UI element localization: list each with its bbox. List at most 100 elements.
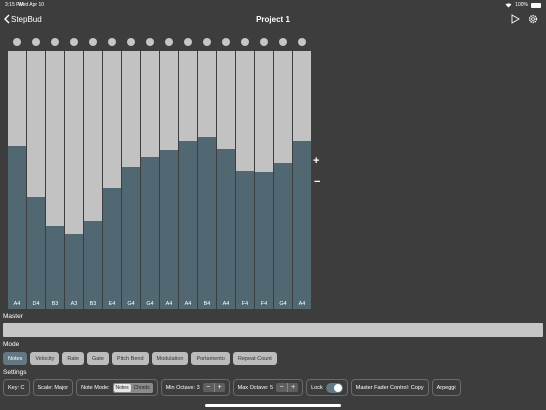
min-octave-increment[interactable]: +: [213, 383, 225, 392]
step-fader[interactable]: G4: [274, 51, 292, 309]
mode-tab[interactable]: Rate: [62, 352, 84, 365]
step-fader[interactable]: A4: [293, 51, 311, 309]
settings-label: Settings: [3, 369, 27, 376]
battery-percent: 100%: [515, 2, 528, 8]
master-fader-control-button[interactable]: Master Fader Control: Copy: [350, 379, 429, 396]
max-octave-decrement[interactable]: −: [276, 383, 287, 392]
home-indicator: [205, 404, 341, 407]
mode-tab[interactable]: Notes: [3, 352, 28, 365]
step-fader-fill: [122, 167, 140, 309]
step-fader-fill: [46, 226, 64, 309]
step-fader[interactable]: A4: [160, 51, 178, 309]
step-fader-fill: [236, 170, 254, 309]
status-bar: 3:15 PM Wed Apr 10 100%: [0, 0, 546, 10]
step-indicator-dot[interactable]: [146, 38, 154, 46]
step-indicator-dot[interactable]: [108, 38, 116, 46]
step-note-label: D4: [32, 301, 40, 307]
step-fader[interactable]: E4: [103, 51, 121, 309]
max-octave-control: Max Octave: 5 − +: [232, 379, 304, 396]
play-icon[interactable]: [510, 14, 520, 24]
step-indicator-dot[interactable]: [203, 38, 211, 46]
step-fader[interactable]: B3: [46, 51, 64, 309]
settings-bar: Key: C Scale: Major Note Mode: Notes Cho…: [3, 379, 461, 396]
step-indicator-dot[interactable]: [32, 38, 40, 46]
min-octave-stepper: − +: [202, 383, 225, 392]
step-fader-fill: [8, 146, 26, 309]
step-indicator-dot[interactable]: [184, 38, 192, 46]
step-fader-fill: [217, 149, 235, 309]
step-fader-fill: [255, 172, 273, 309]
nav-bar: StepBud Project 1: [0, 10, 546, 30]
step-note-label: A4: [222, 301, 230, 307]
add-step-button[interactable]: +: [313, 155, 319, 167]
step-fader[interactable]: A4: [217, 51, 235, 309]
step-note-label: B4: [203, 301, 211, 307]
step-indicator-dot[interactable]: [222, 38, 230, 46]
master-fader-control-label: Master Fader Control: Copy: [355, 384, 424, 391]
key-button[interactable]: Key: C: [3, 379, 30, 396]
step-indicator-dot[interactable]: [260, 38, 268, 46]
lock-label: Lock: [311, 384, 323, 391]
mode-tab[interactable]: Gate: [86, 352, 109, 365]
lock-control: Lock: [306, 379, 348, 396]
step-indicator-dot[interactable]: [70, 38, 78, 46]
wifi-icon: [505, 2, 512, 7]
step-note-label: F4: [260, 301, 268, 307]
remove-step-button[interactable]: −: [314, 176, 320, 188]
step-note-label: A4: [184, 301, 192, 307]
step-indicator-dot[interactable]: [127, 38, 135, 46]
step-note-label: F4: [241, 301, 249, 307]
arpeggio-label: Arpeggi: [436, 384, 456, 391]
max-octave-increment[interactable]: +: [287, 383, 298, 392]
step-fader-fill: [65, 234, 83, 309]
status-date: Wed Apr 10: [18, 2, 45, 8]
step-indicator-dot[interactable]: [298, 38, 306, 46]
step-fader-fill: [27, 196, 45, 309]
min-octave-decrement[interactable]: −: [203, 383, 214, 392]
lock-toggle[interactable]: [325, 382, 343, 393]
mode-tab[interactable]: Modulation: [151, 352, 189, 365]
note-mode-notes[interactable]: Notes: [113, 383, 131, 392]
step-indicator-dot[interactable]: [89, 38, 97, 46]
master-fader[interactable]: [3, 323, 543, 337]
mode-tab[interactable]: Repeat Count: [232, 352, 277, 365]
step-indicator-dot[interactable]: [51, 38, 59, 46]
step-note-label: A4: [13, 301, 21, 307]
step-fader[interactable]: A3: [65, 51, 83, 309]
step-note-label: A4: [298, 301, 306, 307]
step-fader[interactable]: A4: [8, 51, 26, 309]
mode-tab[interactable]: Pitch Bend: [111, 352, 149, 365]
mode-tab[interactable]: Velocity: [30, 352, 60, 365]
scale-button[interactable]: Scale: Major: [32, 379, 74, 396]
status-indicators: 100%: [505, 2, 541, 8]
gear-icon[interactable]: [528, 14, 538, 24]
step-note-label: E4: [108, 301, 116, 307]
step-fader[interactable]: F4: [255, 51, 273, 309]
step-fader[interactable]: B4: [198, 51, 216, 309]
step-sequencer: A4 D4 B3 A3 B3 E4 G4 G4 A4 A4 B4 A4 F4 F4 G4 A4: [4, 36, 311, 311]
step-note-label: G4: [127, 301, 135, 307]
step-indicator-dot[interactable]: [165, 38, 173, 46]
step-fader[interactable]: G4: [122, 51, 140, 309]
step-indicator-dot[interactable]: [241, 38, 249, 46]
key-label: Key: C: [8, 384, 25, 391]
step-indicator-dot[interactable]: [279, 38, 287, 46]
step-fader[interactable]: B3: [84, 51, 102, 309]
mode-label: Mode: [3, 341, 20, 348]
step-note-label: G4: [279, 301, 287, 307]
step-fader[interactable]: G4: [141, 51, 159, 309]
step-fader[interactable]: D4: [27, 51, 45, 309]
note-mode-chords[interactable]: Chords: [132, 384, 152, 392]
step-indicator-dot[interactable]: [13, 38, 21, 46]
master-label: Master: [3, 313, 23, 320]
mode-selector: Notes Velocity Rate Gate Pitch Bend Modulatio…: [3, 352, 277, 365]
step-fader[interactable]: F4: [236, 51, 254, 309]
step-fader-fill: [160, 150, 178, 309]
step-fader[interactable]: A4: [179, 51, 197, 309]
step-fader-fill: [293, 141, 311, 309]
arpeggio-button[interactable]: Arpeggi: [431, 379, 461, 396]
step-note-label: B3: [51, 301, 59, 307]
step-note-label: A4: [165, 301, 173, 307]
mode-tab[interactable]: Portamento: [191, 352, 230, 365]
page-title: Project 1: [256, 15, 290, 24]
